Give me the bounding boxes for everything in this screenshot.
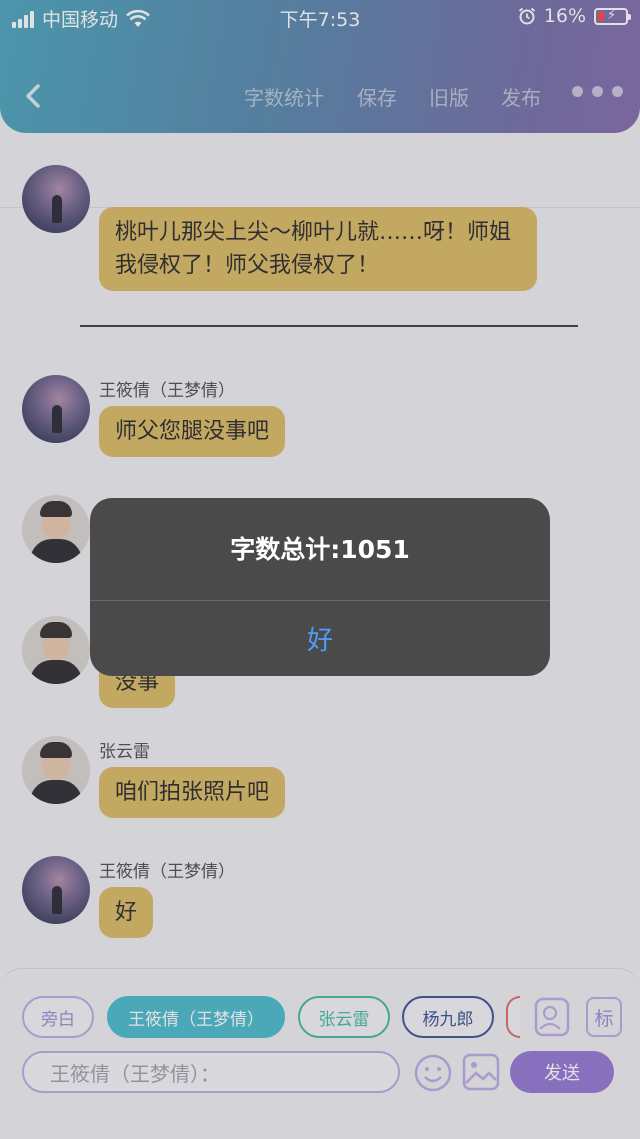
alert-ok-button[interactable]: 好 bbox=[90, 601, 550, 676]
word-count-alert: 字数总计:1051 好 bbox=[90, 498, 550, 676]
alert-title: 字数总计:1051 bbox=[230, 535, 410, 564]
